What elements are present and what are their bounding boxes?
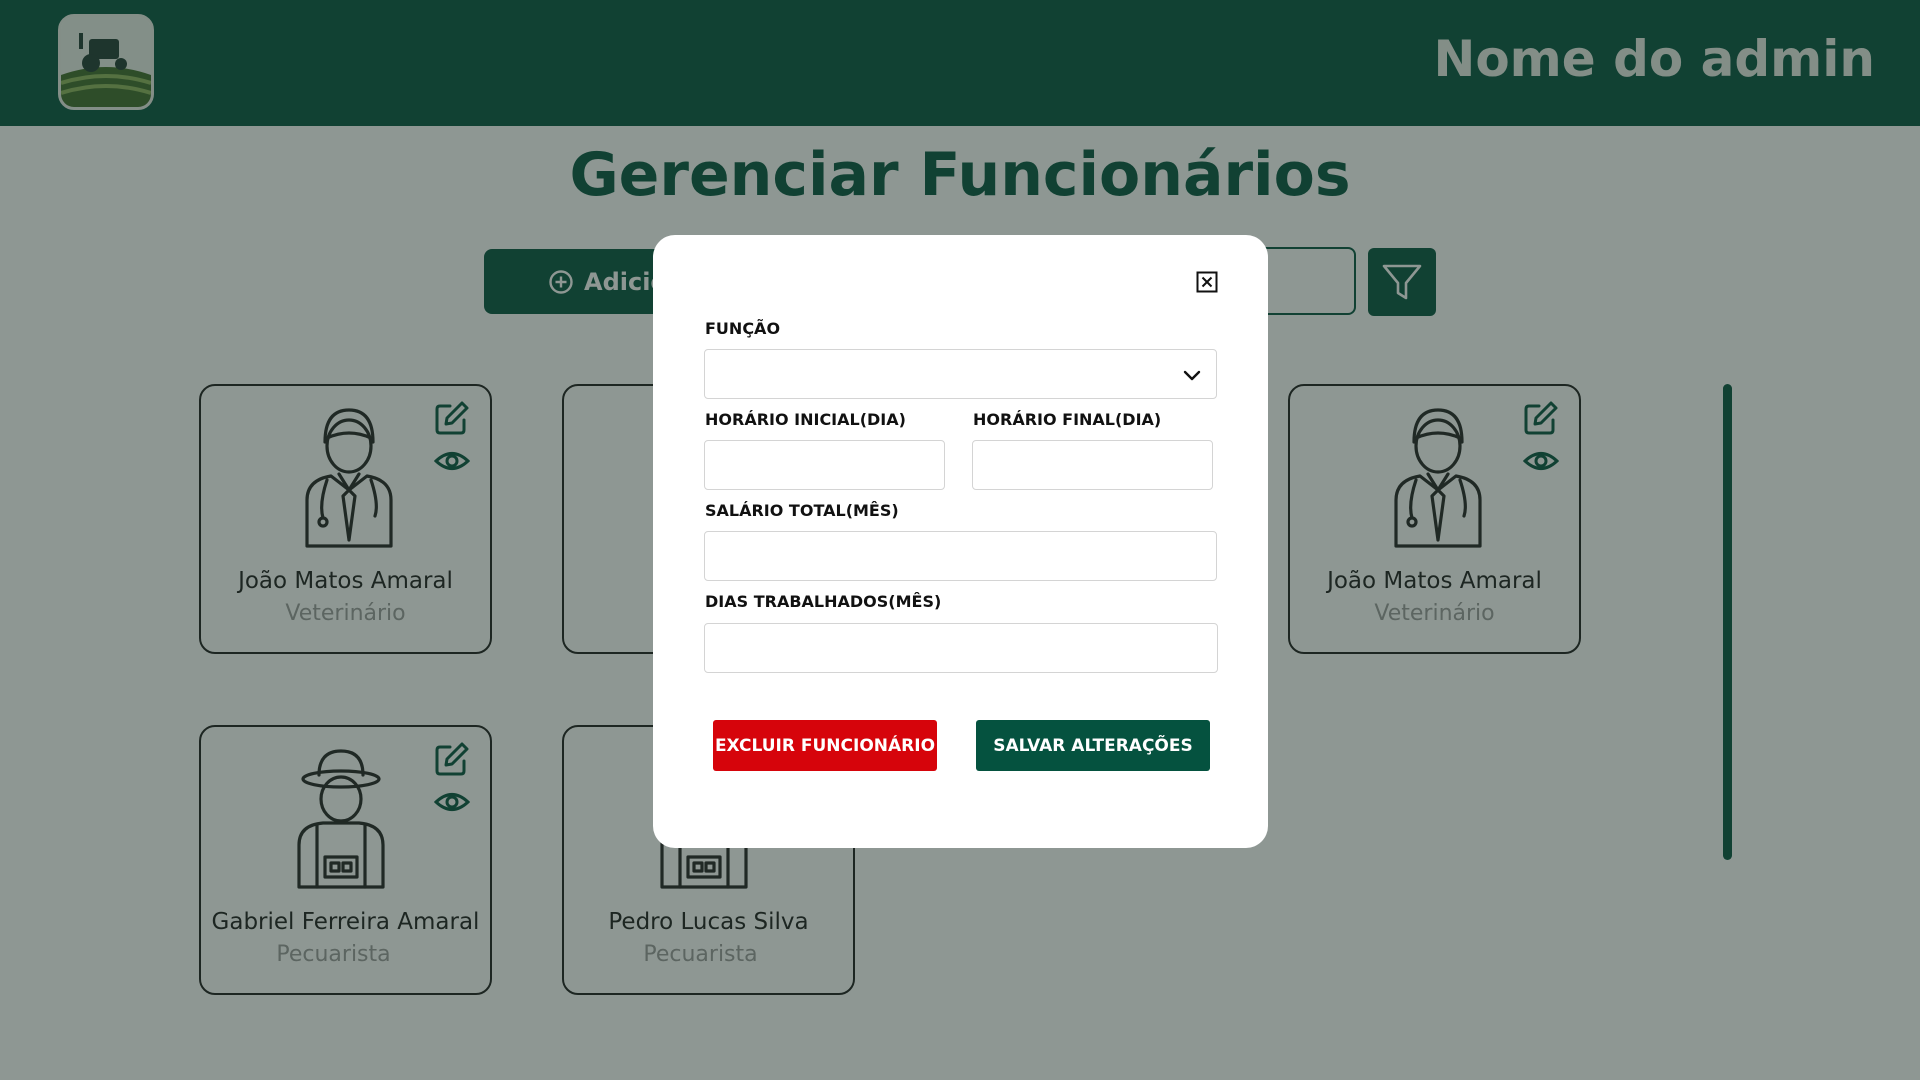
horario-inicial-input[interactable]	[704, 440, 945, 490]
dias-input[interactable]	[704, 623, 1218, 673]
salario-label: SALÁRIO TOTAL(MÊS)	[705, 501, 899, 520]
close-icon[interactable]	[1196, 271, 1218, 293]
funcao-label: FUNÇÃO	[705, 319, 781, 338]
chevron-down-icon	[1183, 370, 1201, 381]
dias-label: DIAS TRABALHADOS(MÊS)	[705, 592, 942, 611]
horario-final-input[interactable]	[972, 440, 1213, 490]
salario-input[interactable]	[704, 531, 1217, 581]
horario-final-label: HORÁRIO FINAL(DIA)	[973, 410, 1162, 429]
horario-inicial-label: HORÁRIO INICIAL(DIA)	[705, 410, 906, 429]
delete-employee-button[interactable]: EXCLUIR FUNCIONÁRIO	[713, 720, 937, 771]
edit-employee-modal: FUNÇÃO HORÁRIO INICIAL(DIA) HORÁRIO FINA…	[653, 235, 1268, 848]
save-changes-button[interactable]: SALVAR ALTERAÇÕES	[976, 720, 1210, 771]
funcao-select[interactable]	[704, 349, 1217, 399]
